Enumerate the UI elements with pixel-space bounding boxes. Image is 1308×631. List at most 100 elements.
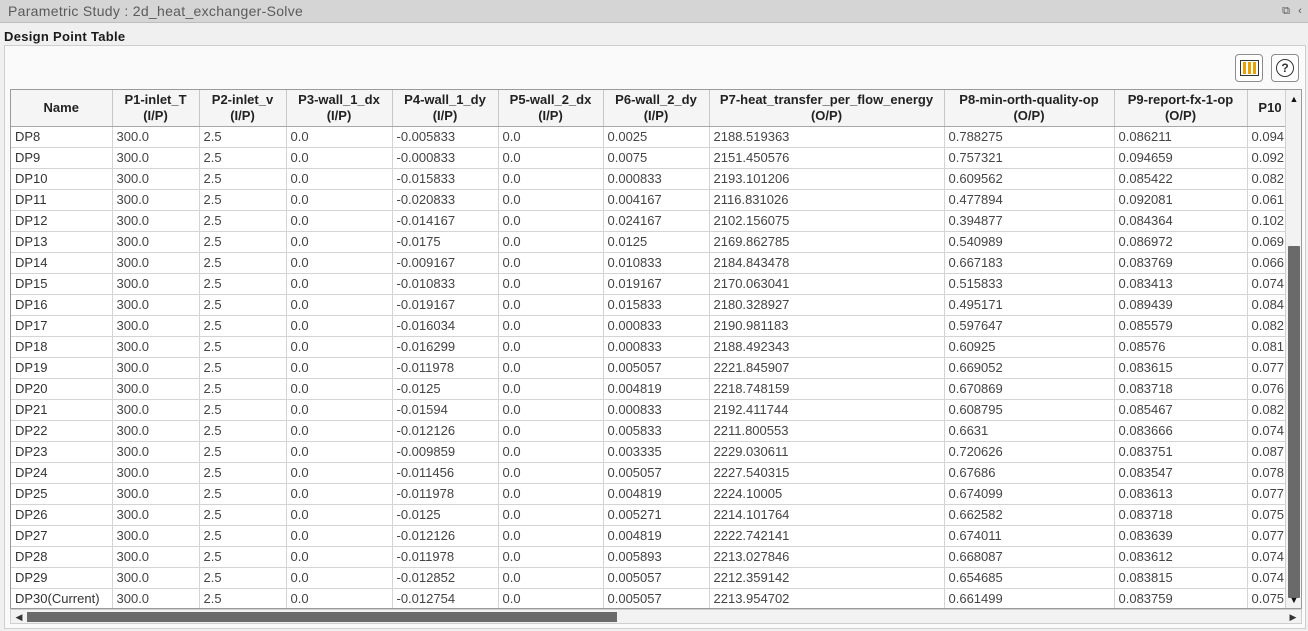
table-cell[interactable]: 0.083718 — [1114, 378, 1248, 400]
table-cell[interactable]: 2.5 — [199, 252, 287, 274]
table-cell[interactable]: 0.608795 — [944, 399, 1115, 421]
table-cell[interactable]: 2184.843478 — [709, 252, 945, 274]
table-cell[interactable]: 300.0 — [112, 420, 200, 442]
table-cell[interactable]: 2116.831026 — [709, 189, 945, 211]
table-cell[interactable]: 0.654685 — [944, 567, 1115, 589]
table-cell[interactable]: -0.012754 — [392, 588, 499, 608]
table-cell[interactable]: 0.0 — [286, 294, 393, 316]
table-row[interactable]: DP27 300.0 2.5 0.0 -0.012126 0.0 0.004819 2222.… — [11, 525, 1294, 547]
table-cell[interactable]: 0.674099 — [944, 483, 1115, 505]
table-cell[interactable]: 2.5 — [199, 378, 287, 400]
table-cell[interactable]: 0.0 — [286, 378, 393, 400]
table-cell[interactable]: 0.0 — [498, 441, 604, 463]
table-cell[interactable]: 0.094659 — [1114, 147, 1248, 169]
table-cell[interactable]: 300.0 — [112, 441, 200, 463]
table-cell[interactable]: 0.0 — [286, 588, 393, 608]
table-cell[interactable]: 0.084364 — [1114, 210, 1248, 232]
table-row[interactable]: DP22 300.0 2.5 0.0 -0.012126 0.0 0.005833 2211.… — [11, 420, 1294, 442]
table-cell[interactable]: 0.667183 — [944, 252, 1115, 274]
table-row[interactable]: DP21 300.0 2.5 0.0 -0.01594 0.0 0.000833 2192.4… — [11, 399, 1294, 421]
table-cell[interactable]: -0.01594 — [392, 399, 499, 421]
table-cell[interactable]: 0.083759 — [1114, 588, 1248, 608]
table-cell[interactable]: 2.5 — [199, 462, 287, 484]
table-cell[interactable]: -0.000833 — [392, 147, 499, 169]
column-header[interactable]: P9-report-fx-1-op (O/P) — [1114, 90, 1248, 127]
table-cell[interactable]: 0.005057 — [603, 462, 710, 484]
horizontal-scroll-thumb[interactable] — [27, 612, 617, 622]
design-point-name-cell[interactable]: DP19 — [11, 357, 113, 379]
table-cell[interactable]: 0.092081 — [1114, 189, 1248, 211]
table-cell[interactable]: 2224.10005 — [709, 483, 945, 505]
table-row[interactable]: DP14 300.0 2.5 0.0 -0.009167 0.0 0.010833 2184.… — [11, 252, 1294, 274]
table-cell[interactable]: 0.086972 — [1114, 231, 1248, 253]
horizontal-scrollbar[interactable]: ◀ ▶ — [10, 609, 1302, 624]
table-cell[interactable]: 2.5 — [199, 273, 287, 295]
collapse-icon[interactable]: ‹ — [1294, 5, 1306, 17]
table-cell[interactable]: 0.609562 — [944, 168, 1115, 190]
table-cell[interactable]: 0.083769 — [1114, 252, 1248, 274]
table-cell[interactable]: 0.0 — [286, 420, 393, 442]
table-cell[interactable]: 0.0 — [498, 168, 604, 190]
table-cell[interactable]: 0.0 — [286, 210, 393, 232]
column-header[interactable]: P5-wall_2_dx (I/P) — [498, 90, 604, 127]
table-cell[interactable]: 0.0 — [498, 567, 604, 589]
table-cell[interactable]: 0.0 — [286, 504, 393, 526]
table-cell[interactable]: 0.668087 — [944, 546, 1115, 568]
table-cell[interactable]: 0.0 — [286, 546, 393, 568]
design-point-name-cell[interactable]: DP27 — [11, 525, 113, 547]
design-point-name-cell[interactable]: DP25 — [11, 483, 113, 505]
table-cell[interactable]: 0.000833 — [603, 336, 710, 358]
table-cell[interactable]: 0.0 — [498, 273, 604, 295]
table-cell[interactable]: 0.661499 — [944, 588, 1115, 608]
design-point-name-cell[interactable]: DP24 — [11, 462, 113, 484]
table-cell[interactable]: 0.788275 — [944, 126, 1115, 148]
table-cell[interactable]: 0.083815 — [1114, 567, 1248, 589]
table-cell[interactable]: 0.0 — [286, 189, 393, 211]
table-cell[interactable]: 0.015833 — [603, 294, 710, 316]
table-cell[interactable]: 0.0 — [498, 525, 604, 547]
design-point-name-cell[interactable]: DP26 — [11, 504, 113, 526]
table-cell[interactable]: 0.394877 — [944, 210, 1115, 232]
table-cell[interactable]: 0.67686 — [944, 462, 1115, 484]
table-cell[interactable]: 300.0 — [112, 546, 200, 568]
table-cell[interactable]: -0.0125 — [392, 504, 499, 526]
table-cell[interactable]: 2151.450576 — [709, 147, 945, 169]
table-row[interactable]: DP8 300.0 2.5 0.0 -0.005833 0.0 0.0025 2188.519… — [11, 126, 1294, 148]
table-cell[interactable]: 300.0 — [112, 504, 200, 526]
scroll-up-icon[interactable]: ▲ — [1288, 93, 1300, 105]
table-cell[interactable]: 0.540989 — [944, 231, 1115, 253]
table-cell[interactable]: 2211.800553 — [709, 420, 945, 442]
table-cell[interactable]: 2.5 — [199, 525, 287, 547]
table-cell[interactable]: 0.004819 — [603, 525, 710, 547]
table-cell[interactable]: 0.6631 — [944, 420, 1115, 442]
table-cell[interactable]: 2.5 — [199, 504, 287, 526]
table-cell[interactable]: 2229.030611 — [709, 441, 945, 463]
table-cell[interactable]: 0.086211 — [1114, 126, 1248, 148]
table-cell[interactable]: 2213.954702 — [709, 588, 945, 608]
table-cell[interactable]: 0.083613 — [1114, 483, 1248, 505]
table-cell[interactable]: 0.000833 — [603, 315, 710, 337]
table-cell[interactable]: -0.009167 — [392, 252, 499, 274]
table-cell[interactable]: 300.0 — [112, 399, 200, 421]
table-cell[interactable]: 0.0 — [498, 399, 604, 421]
table-cell[interactable]: 2190.981183 — [709, 315, 945, 337]
column-header[interactable]: P6-wall_2_dy (I/P) — [603, 90, 710, 127]
table-cell[interactable]: 2.5 — [199, 336, 287, 358]
table-cell[interactable]: -0.015833 — [392, 168, 499, 190]
table-cell[interactable]: 0.0 — [498, 546, 604, 568]
table-cell[interactable]: -0.012126 — [392, 420, 499, 442]
table-cell[interactable]: 2.5 — [199, 147, 287, 169]
table-cell[interactable]: 0.083666 — [1114, 420, 1248, 442]
table-row[interactable]: DP20 300.0 2.5 0.0 -0.0125 0.0 0.004819 2218.74… — [11, 378, 1294, 400]
table-cell[interactable]: 0.004819 — [603, 483, 710, 505]
table-cell[interactable]: 0.085422 — [1114, 168, 1248, 190]
table-row[interactable]: DP30(Current) 300.0 2.5 0.0 -0.012754 0.0 0.00… — [11, 588, 1294, 608]
table-cell[interactable]: 2.5 — [199, 441, 287, 463]
table-cell[interactable]: 2218.748159 — [709, 378, 945, 400]
table-row[interactable]: DP28 300.0 2.5 0.0 -0.011978 0.0 0.005893 2213.… — [11, 546, 1294, 568]
table-cell[interactable]: 0.0 — [286, 399, 393, 421]
table-cell[interactable]: 0.003335 — [603, 441, 710, 463]
table-cell[interactable]: 2227.540315 — [709, 462, 945, 484]
table-row[interactable]: DP24 300.0 2.5 0.0 -0.011456 0.0 0.005057 2227.… — [11, 462, 1294, 484]
table-cell[interactable]: 0.0 — [498, 294, 604, 316]
